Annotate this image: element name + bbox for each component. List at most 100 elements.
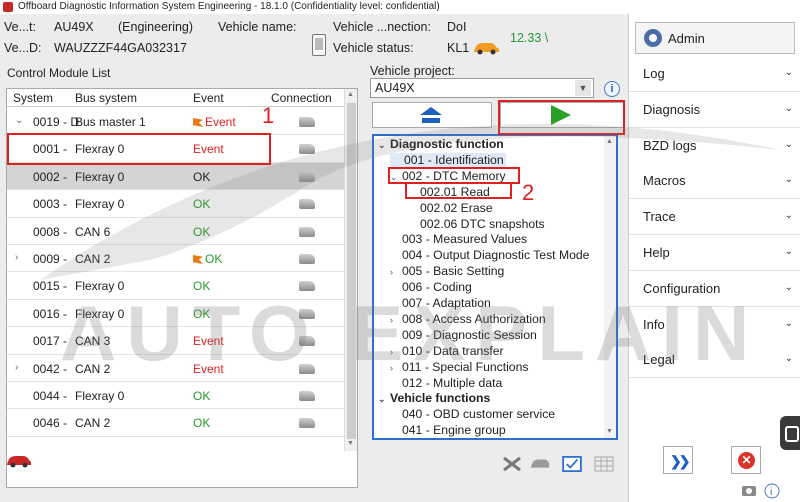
car-grey-icon[interactable] (530, 456, 550, 472)
sidebar-item-label: Help (643, 245, 670, 260)
expand-closed-icon[interactable]: › (390, 313, 402, 328)
sidebar-item-legal[interactable]: Legal ⌄ (629, 342, 800, 379)
table-row[interactable]: 0015 - Flexray 0 OK (7, 272, 345, 300)
tree-item[interactable]: 009 - Diagnostic Session (390, 328, 537, 343)
col-connection[interactable]: Connection (271, 91, 332, 105)
expand-closed-icon[interactable]: › (390, 345, 402, 360)
tree-group[interactable]: ⌄ Diagnostic function (378, 137, 504, 152)
tree-item[interactable]: 007 - Adaptation (390, 296, 491, 311)
tree-item[interactable]: 042 - Engine (390, 439, 471, 440)
expand-closed-icon[interactable]: › (390, 361, 402, 376)
col-bus-system[interactable]: Bus system (75, 91, 137, 105)
sidebar-item-diagnosis[interactable]: Diagnosis ⌄ (629, 91, 800, 128)
table-row[interactable]: 0016 - Flexray 0 OK (7, 300, 345, 328)
table-row[interactable]: › 0009 - CAN 2 OK (7, 245, 345, 273)
chevron-down-icon[interactable]: ▼ (575, 80, 591, 96)
tools-icon[interactable] (502, 456, 522, 472)
sidebar-item-configuration[interactable]: Configuration ⌄ (629, 270, 800, 307)
tree-scroll-down-icon[interactable]: ▼ (606, 428, 613, 435)
cell-bus-system: CAN 2 (75, 361, 111, 376)
tree-scrollbar[interactable]: ▲ ▼ (604, 136, 616, 438)
svg-text:i: i (770, 487, 772, 498)
col-system[interactable]: System (13, 91, 53, 105)
chevron-down-icon: ⌄ (784, 353, 793, 365)
tree-item[interactable]: 002.06 DTC snapshots (408, 217, 545, 232)
tree-item[interactable]: 004 - Output Diagnostic Test Mode (390, 248, 589, 263)
tree-item[interactable]: 012 - Multiple data (390, 376, 502, 391)
app-icon (3, 2, 13, 12)
bottom-toolbar (0, 446, 628, 502)
scrollbar-thumb[interactable] (347, 103, 356, 439)
cell-system: 0008 - (33, 224, 68, 239)
home-icon (420, 107, 442, 123)
tree-item[interactable]: 040 - OBD customer service (390, 407, 555, 422)
expand-closed-icon[interactable]: › (390, 265, 402, 280)
tree-item-label: 003 - Measured Values (402, 232, 528, 247)
table-row[interactable]: 0008 - CAN 6 OK (7, 218, 345, 245)
home-button[interactable] (372, 102, 492, 128)
tree-item[interactable]: › 010 - Data transfer (390, 344, 504, 359)
expand-open-icon[interactable]: ⌄ (378, 392, 390, 407)
cell-event: OK (193, 389, 211, 403)
sidebar-item-label: BZD logs (643, 137, 697, 153)
chevron-down-icon: ⌄ (784, 210, 793, 222)
table-row[interactable]: › 0042 - CAN 2 Event (7, 355, 345, 382)
table-row[interactable]: 0044 - Flexray 0 OK (7, 382, 345, 410)
car-red-icon[interactable] (6, 454, 32, 468)
vehicle-project-select[interactable]: AU49X ▼ (370, 78, 594, 98)
tree-item-label: 002.02 Erase (420, 200, 493, 215)
expand-closed-icon[interactable]: › (15, 362, 18, 373)
table-row[interactable]: 0017 - CAN 3 Event (7, 327, 345, 355)
expand-closed-icon[interactable]: › (15, 252, 18, 263)
cell-system: 0044 - (33, 389, 68, 403)
side-tab-handle[interactable] (780, 416, 800, 450)
col-event[interactable]: Event (193, 91, 224, 105)
cell-event: OK (193, 224, 211, 239)
table-row[interactable]: 0003 - Flexray 0 OK (7, 190, 345, 218)
sidebar-item-help[interactable]: Help ⌄ (629, 235, 800, 271)
scroll-up-icon[interactable]: ▲ (347, 91, 354, 98)
sidebar-item-trace[interactable]: Trace ⌄ (629, 199, 800, 236)
grid-icon[interactable] (594, 456, 614, 472)
sidebar-item-macros[interactable]: Macros ⌄ (629, 163, 800, 200)
sidebar-item-info[interactable]: Info ⌄ (629, 306, 800, 343)
cell-bus-system: Flexray 0 (75, 306, 125, 321)
sidebar-item-label: Configuration (643, 280, 721, 296)
tree-item[interactable]: 003 - Measured Values (390, 232, 527, 247)
table-row[interactable]: 0002 - Flexray 0 OK (7, 162, 345, 191)
admin-button[interactable]: Admin (635, 22, 795, 54)
tree-item-label: 041 - Engine group (402, 423, 506, 438)
tree-item[interactable]: 041 - Engine group (390, 423, 506, 438)
right-sidebar: Admin Log ⌄ Diagnosis ⌄ BZD logs ⌄ Macros ⌄ Trac… (628, 14, 800, 502)
tree-group[interactable]: ⌄ Vehicle functions (378, 391, 490, 406)
tree-item[interactable]: › 008 - Access Authorization (390, 312, 546, 327)
checklist-icon[interactable] (562, 456, 582, 472)
tree-item-label: 006 - Coding (402, 280, 472, 295)
tree-item[interactable]: › 005 - Basic Setting (390, 264, 504, 279)
sidebar-item-bzd-logs[interactable]: BZD logs ⌄ (629, 127, 800, 164)
table-scrollbar[interactable]: ▲ ▼ (344, 89, 357, 451)
connector-icon (299, 336, 315, 347)
forward-button[interactable]: ❯❯ (663, 446, 693, 474)
tree-item[interactable]: › 011 - Special Functions (390, 360, 528, 375)
chevron-down-icon: ⌄ (784, 317, 793, 329)
tree-item-label: Vehicle functions (390, 391, 491, 406)
connector-icon (299, 363, 315, 374)
table-row[interactable]: ⌄ 0019 - D Bus master 1 Event (7, 108, 345, 136)
tree-item[interactable]: 001 - Identification (390, 152, 506, 168)
close-button[interactable]: ✕ (731, 446, 761, 474)
vehicle-header: Ve...t: AU49X (Engineering) Vehicle name… (0, 14, 628, 60)
tree-item-label: 012 - Multiple data (402, 375, 503, 390)
expand-open-icon[interactable]: ⌄ (378, 138, 390, 153)
connector-icon (299, 226, 315, 237)
info-icon[interactable]: i (604, 81, 620, 97)
sidebar-item-log[interactable]: Log ⌄ (629, 56, 800, 92)
sidebar-item-label: Legal (643, 352, 675, 368)
status-bar-icons: i (742, 483, 780, 499)
expand-open-icon[interactable]: ⌄ (15, 115, 23, 126)
table-row[interactable]: 0046 - CAN 2 OK (7, 409, 345, 437)
tree-item[interactable]: 002.02 Erase (408, 201, 493, 216)
tree-item[interactable]: 006 - Coding (390, 280, 472, 295)
chevron-down-icon: ⌄ (784, 67, 793, 78)
tree-scroll-up-icon[interactable]: ▲ (606, 138, 613, 145)
